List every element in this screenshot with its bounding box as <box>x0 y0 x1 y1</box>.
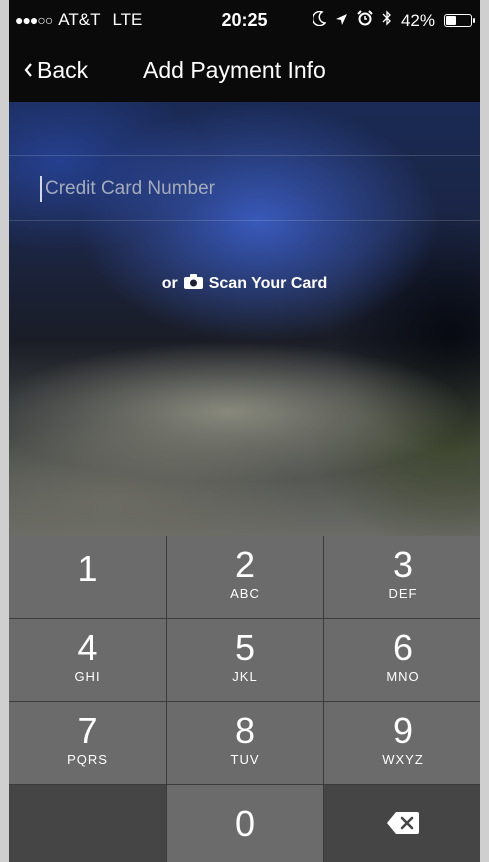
battery-icon <box>444 14 475 27</box>
back-button[interactable]: Back <box>23 57 88 84</box>
credit-card-input[interactable] <box>43 172 447 206</box>
scan-card-row: or Scan Your Card <box>9 274 480 294</box>
scan-card-button[interactable]: Scan Your Card <box>183 274 328 294</box>
key-7[interactable]: 7 PQRS <box>9 702 166 784</box>
screenshot-frame: ●●●○○ AT&T LTE 20:25 42% Back Add Paymen… <box>0 0 489 862</box>
key-digit: 7 <box>77 710 98 751</box>
scan-prefix: or <box>161 275 178 292</box>
navigation-bar: Back Add Payment Info <box>9 40 480 103</box>
bluetooth-icon <box>382 10 392 31</box>
key-digit: 6 <box>392 627 414 668</box>
key-2[interactable]: 2 ABC <box>167 536 323 618</box>
back-label: Back <box>37 57 89 83</box>
backspace-icon <box>386 811 420 840</box>
key-letters: JKL <box>232 669 258 684</box>
key-4[interactable]: 4 GHI <box>9 619 166 701</box>
key-digit: 3 <box>392 544 414 585</box>
key-blank <box>9 785 166 862</box>
text-cursor <box>40 176 42 202</box>
phone-screen: ●●●○○ AT&T LTE 20:25 42% Back Add Paymen… <box>9 0 480 862</box>
status-bar: ●●●○○ AT&T LTE 20:25 42% <box>9 0 480 40</box>
key-0[interactable]: 0 <box>167 785 323 862</box>
key-digit: 2 <box>234 544 256 585</box>
credit-card-field[interactable] <box>9 155 480 221</box>
location-arrow-icon <box>335 11 348 31</box>
scan-card-label: Scan Your Card <box>208 275 328 292</box>
key-6[interactable]: 6 MNO <box>324 619 480 701</box>
camera-icon <box>183 274 203 294</box>
key-letters: MNO <box>386 669 420 684</box>
key-digit: 5 <box>234 627 256 668</box>
key-letters: DEF <box>388 586 418 601</box>
alarm-icon <box>357 10 373 31</box>
key-digit: 8 <box>234 710 256 751</box>
battery-percent: 42% <box>400 10 435 30</box>
key-3[interactable]: 3 DEF <box>324 536 480 618</box>
key-9[interactable]: 9 WXYZ <box>324 702 480 784</box>
status-right: 42% <box>311 10 475 31</box>
key-1[interactable]: 1 <box>9 536 166 618</box>
battery-fill <box>446 16 456 25</box>
key-letters: GHI <box>74 669 101 684</box>
key-letters: WXYZ <box>382 752 424 767</box>
key-digit: 0 <box>234 803 256 844</box>
camera-preview: or Scan Your Card <box>9 102 480 536</box>
key-digit: 4 <box>77 627 98 668</box>
key-digit: 1 <box>77 548 98 589</box>
key-letters: TUV <box>230 752 260 767</box>
chevron-left-icon <box>23 57 33 84</box>
numeric-keypad: 1 2 ABC 3 DEF 4 GHI 5 JKL 6 MNO 7 PQRS 8… <box>9 536 480 862</box>
key-5[interactable]: 5 JKL <box>167 619 323 701</box>
delete-key[interactable] <box>324 785 480 862</box>
key-letters: ABC <box>230 586 260 601</box>
key-8[interactable]: 8 TUV <box>167 702 323 784</box>
moon-icon <box>311 10 327 31</box>
page-title: Add Payment Info <box>143 57 326 83</box>
key-letters: PQRS <box>67 752 108 767</box>
key-digit: 9 <box>392 710 414 751</box>
